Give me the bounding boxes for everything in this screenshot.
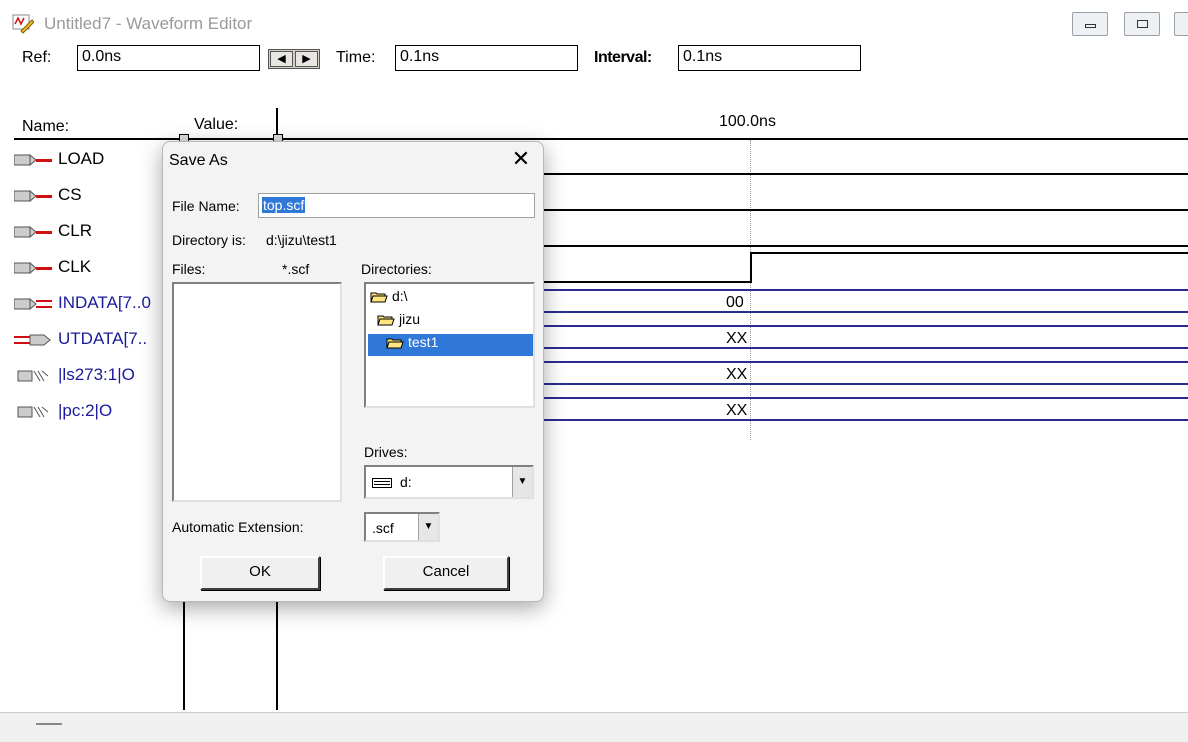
input-pin-icon bbox=[14, 225, 52, 239]
waveform-load bbox=[543, 173, 1188, 175]
window-title: Untitled7 - Waveform Editor bbox=[44, 14, 253, 33]
time-field[interactable]: 0.1ns bbox=[395, 45, 578, 71]
chevron-down-icon[interactable]: ▼ bbox=[512, 467, 532, 497]
ref-arrow-buttons: ◀ ▶ bbox=[268, 49, 320, 69]
signal-row-cs[interactable]: CS bbox=[14, 181, 174, 211]
ls273-value: XX bbox=[726, 366, 748, 383]
signal-row-clr[interactable]: CLR bbox=[14, 217, 174, 247]
directory-label: Directory is: bbox=[172, 232, 246, 248]
minimize-button[interactable] bbox=[1072, 12, 1108, 36]
close-icon[interactable]: ✕ bbox=[509, 148, 533, 170]
dialog-title: Save As bbox=[169, 152, 228, 169]
waveform-cs bbox=[543, 209, 1188, 211]
interval-label: Interval: bbox=[594, 49, 652, 66]
waveform-ls273 bbox=[543, 361, 1188, 385]
files-list[interactable] bbox=[172, 282, 342, 502]
time-marker-label: 100.0ns bbox=[719, 113, 776, 130]
open-folder-icon bbox=[370, 292, 388, 303]
save-as-dialog: Save As ✕ File Name: top.scf Directory i… bbox=[162, 141, 544, 602]
status-indicator bbox=[36, 723, 62, 725]
output-bus-icon bbox=[14, 334, 51, 346]
signal-row-pc[interactable]: |pc:2|O bbox=[14, 397, 174, 427]
extension-dropdown[interactable]: .scf ▼ bbox=[364, 512, 440, 542]
ok-button[interactable]: OK bbox=[200, 556, 320, 590]
restore-button[interactable] bbox=[1124, 12, 1160, 36]
waveform-app-icon bbox=[12, 14, 34, 34]
ref-label: Ref: bbox=[22, 49, 52, 66]
utdata-value: XX bbox=[726, 330, 748, 347]
waveform-utdata bbox=[543, 325, 1188, 349]
files-filter: *.scf bbox=[282, 261, 310, 277]
close-window-button[interactable] bbox=[1174, 12, 1188, 36]
minimize-icon bbox=[1085, 24, 1096, 28]
directory-item-jizu[interactable]: jizu bbox=[377, 311, 420, 333]
status-bar bbox=[0, 712, 1188, 742]
buried-node-icon bbox=[17, 370, 49, 382]
waveform-clk-high bbox=[750, 252, 1188, 254]
waveform-indata bbox=[543, 289, 1188, 313]
chevron-down-icon[interactable]: ▼ bbox=[418, 514, 438, 540]
waveform-clr bbox=[543, 245, 1188, 247]
input-pin-icon bbox=[14, 261, 52, 275]
arrow-left-icon[interactable]: ◀ bbox=[270, 51, 293, 67]
signal-row-utdata[interactable]: UTDATA[7.. bbox=[14, 325, 174, 355]
waveform-clk-edge bbox=[750, 252, 752, 283]
signal-row-load[interactable]: LOAD bbox=[14, 145, 174, 175]
cancel-button[interactable]: Cancel bbox=[383, 556, 509, 590]
drive-icon bbox=[372, 478, 392, 488]
signal-row-clk[interactable]: CLK bbox=[14, 253, 174, 283]
open-folder-icon bbox=[377, 315, 395, 326]
directory-path: d:\jizu\test1 bbox=[266, 232, 337, 248]
pc-value: XX bbox=[726, 402, 748, 419]
signal-row-indata[interactable]: INDATA[7..0 bbox=[14, 289, 174, 319]
buried-node-icon bbox=[17, 406, 49, 418]
directories-label: Directories: bbox=[361, 261, 432, 277]
open-folder-icon bbox=[386, 338, 404, 349]
files-label: Files: bbox=[172, 261, 206, 277]
waveform-clk-low bbox=[543, 281, 751, 283]
time-toolbar: Ref: 0.0ns Time: 0.1ns Interval: 0.1ns bbox=[0, 44, 1188, 76]
arrow-right-icon[interactable]: ▶ bbox=[295, 51, 318, 67]
ref-field[interactable]: 0.0ns bbox=[77, 45, 260, 71]
header-divider bbox=[14, 138, 1188, 140]
name-column-header: Name: bbox=[22, 118, 70, 135]
interval-field[interactable]: 0.1ns bbox=[678, 45, 861, 71]
drives-dropdown[interactable]: d: ▼ bbox=[364, 465, 534, 499]
signal-row-ls273[interactable]: |ls273:1|O bbox=[14, 361, 174, 391]
drives-label: Drives: bbox=[364, 444, 408, 460]
input-bus-icon bbox=[14, 297, 52, 311]
restore-icon bbox=[1137, 20, 1148, 28]
directory-item-root[interactable]: d:\ bbox=[370, 288, 408, 310]
input-pin-icon bbox=[14, 153, 52, 167]
directory-item-test1[interactable]: test1 bbox=[368, 334, 533, 356]
file-name-input[interactable]: top.scf bbox=[258, 193, 535, 218]
automatic-extension-label: Automatic Extension: bbox=[172, 519, 304, 535]
input-pin-icon bbox=[14, 189, 52, 203]
title-bar: Untitled7 - Waveform Editor bbox=[0, 0, 1188, 44]
value-column-header: Value: bbox=[194, 116, 239, 133]
file-name-label: File Name: bbox=[172, 198, 240, 214]
indata-value: 00 bbox=[726, 294, 744, 311]
time-label: Time: bbox=[336, 49, 376, 66]
directories-list[interactable]: d:\ jizu test1 bbox=[364, 282, 535, 408]
waveform-pc bbox=[543, 397, 1188, 421]
